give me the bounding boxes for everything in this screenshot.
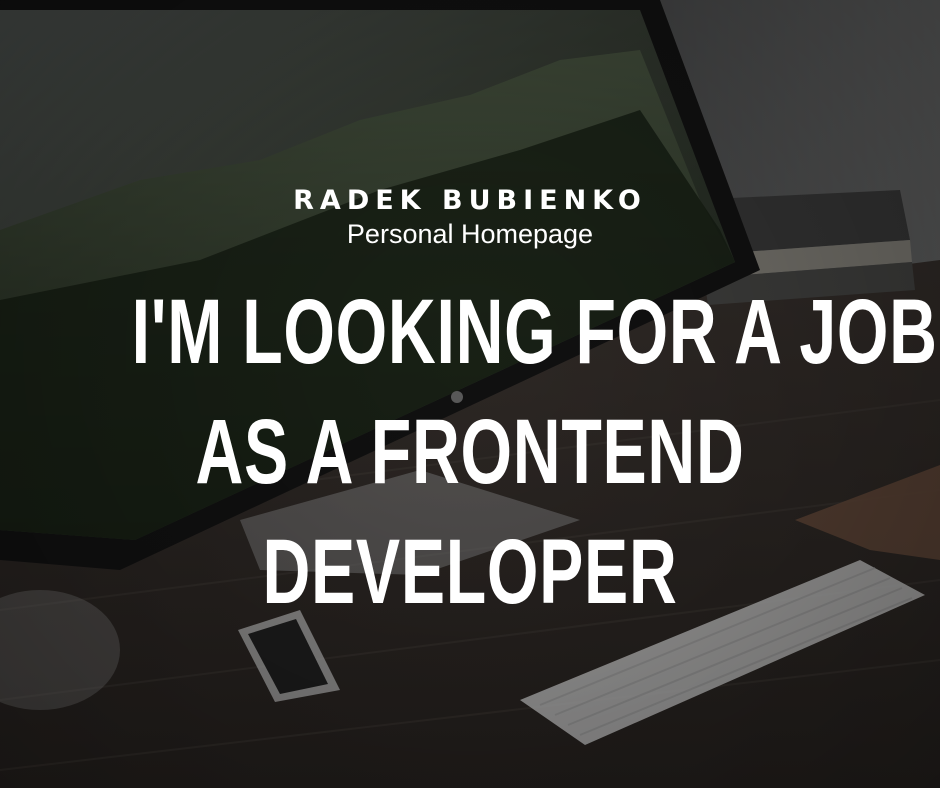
- headline-line-1: I'M LOOKING FOR A JOB: [131, 281, 938, 383]
- page-subtitle: Personal Homepage: [346, 219, 594, 249]
- headline-line-2: AS A FRONTEND: [195, 401, 745, 503]
- hero-text: RADEK BUBIENKO Personal Homepage I'M LOO…: [0, 0, 940, 788]
- headline: I'M LOOKING FOR A JOB AS A FRONTEND DEVE…: [0, 272, 940, 632]
- author-name: RADEK BUBIENKO: [293, 185, 647, 216]
- headline-line-3: DEVELOPER: [262, 521, 678, 623]
